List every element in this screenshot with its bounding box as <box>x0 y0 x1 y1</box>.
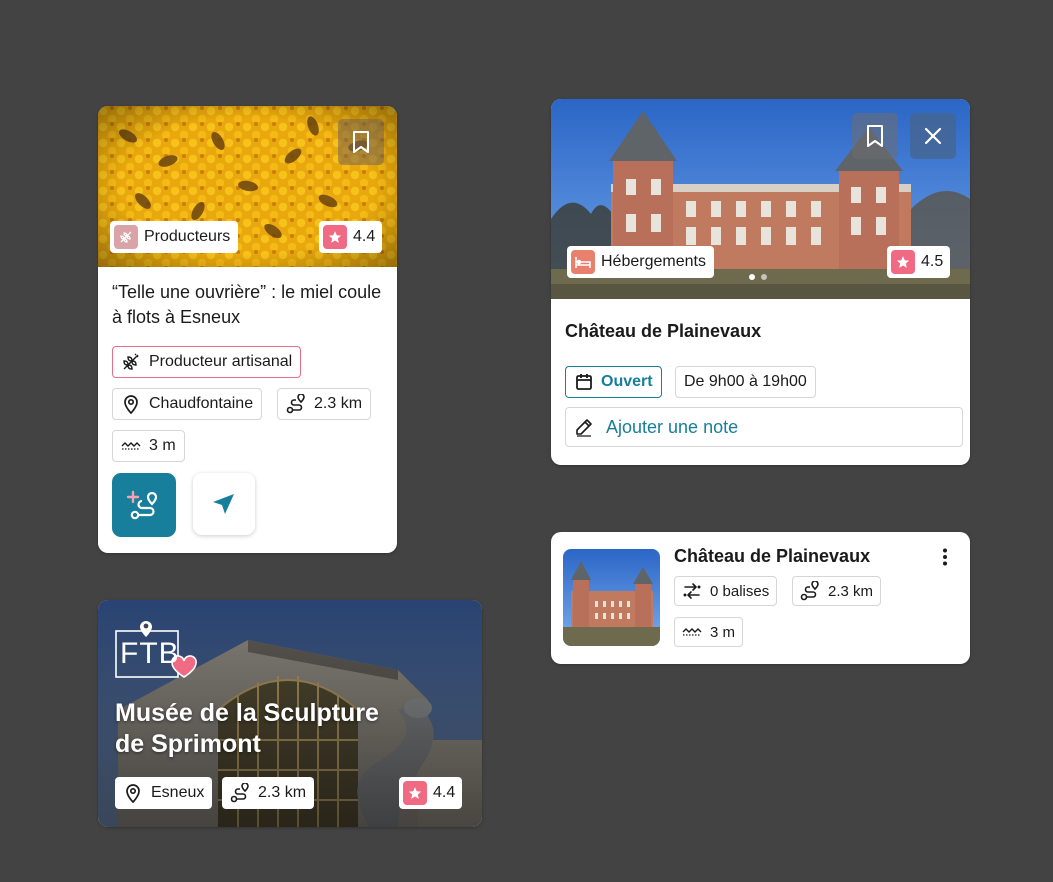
chateau-rating-badge: 4.5 <box>887 246 951 278</box>
route-distance-chip: 2.3 km <box>792 576 882 606</box>
museum-title-line1: Musée de la Sculpture <box>115 699 379 727</box>
route-icon <box>286 394 306 414</box>
star-icon <box>403 781 427 805</box>
route-elevation-label: 3 m <box>710 623 736 641</box>
more-vertical-icon <box>943 548 947 566</box>
ftb-logo-text: FTB <box>120 637 180 670</box>
route-icon <box>230 783 250 803</box>
museum-rating-badge: 4.4 <box>399 777 463 809</box>
chateau-close-button[interactable] <box>910 113 956 159</box>
opening-hours-chip: De 9h00 à 19h00 <box>675 366 816 398</box>
add-to-route-button[interactable] <box>112 473 176 537</box>
carousel-dot[interactable] <box>761 274 767 280</box>
ftb-logo: FTB <box>114 615 198 681</box>
honey-location-label: Chaudfontaine <box>149 395 254 412</box>
chateau-category-badge: Hébergements <box>567 246 714 278</box>
pencil-icon <box>574 417 594 437</box>
carousel-indicator[interactable] <box>749 274 767 280</box>
chateau-rating-value: 4.5 <box>921 253 944 270</box>
honey-category-label: Producteurs <box>144 228 231 245</box>
open-status-label: Ouvert <box>601 373 653 390</box>
museum-card[interactable]: FTB Musée de la Sculpture de Sprimont Es… <box>98 600 482 827</box>
honey-location-chip: Chaudfontaine <box>112 388 263 420</box>
honey-card-title[interactable]: “Telle une ouvrière” : le miel coule à f… <box>112 280 382 330</box>
navigate-button[interactable] <box>193 473 255 535</box>
star-icon <box>323 225 347 249</box>
chateau-card-title[interactable]: Château de Plainevaux <box>565 319 761 344</box>
route-markers-label: 0 balises <box>710 582 770 600</box>
bookmark-icon <box>353 131 369 153</box>
route-icon <box>800 581 820 601</box>
museum-title-line2: de Sprimont <box>115 730 261 758</box>
elevation-icon <box>121 436 141 456</box>
chateau-detail-card[interactable]: Hébergements 4.5 Château de Plainevaux O… <box>551 99 970 465</box>
add-route-icon <box>127 490 158 520</box>
bed-icon <box>571 250 595 274</box>
museum-location-label: Esneux <box>151 784 205 801</box>
producer-tag: Producteur artisanal <box>112 346 302 378</box>
markers-icon <box>682 581 702 601</box>
honey-rating-value: 4.4 <box>353 228 376 245</box>
route-markers-chip: 0 balises <box>674 576 778 606</box>
map-pin-icon <box>121 394 141 414</box>
route-thumbnail <box>563 549 660 646</box>
museum-distance-chip: 2.3 km <box>222 777 315 809</box>
museum-distance-label: 2.3 km <box>258 784 307 801</box>
wheat-icon <box>121 352 141 372</box>
chateau-category-label: Hébergements <box>601 253 706 270</box>
honey-category-badge: Producteurs <box>110 221 239 253</box>
calendar-icon <box>574 372 594 392</box>
chateau-bookmark-button[interactable] <box>852 113 898 159</box>
route-distance-label: 2.3 km <box>828 582 874 600</box>
honey-producer-card[interactable]: Producteurs 4.4 “Telle une ouvrière” : l… <box>98 106 397 553</box>
star-icon <box>891 250 915 274</box>
elevation-icon <box>682 622 702 642</box>
add-note-button[interactable]: Ajouter une note <box>565 407 963 447</box>
honey-distance-label: 2.3 km <box>314 395 363 412</box>
wheat-icon <box>114 225 138 249</box>
honey-elevation-label: 3 m <box>149 437 176 454</box>
honey-distance-chip: 2.3 km <box>277 388 372 420</box>
bookmark-icon <box>867 125 883 147</box>
open-status-chip: Ouvert <box>565 366 662 398</box>
route-elevation-chip: 3 m <box>674 617 744 647</box>
route-card-title[interactable]: Château de Plainevaux <box>674 544 870 569</box>
opening-hours-label: De 9h00 à 19h00 <box>684 373 807 390</box>
map-pin-icon <box>123 783 143 803</box>
museum-location-chip: Esneux <box>115 777 213 809</box>
navigation-arrow-icon <box>213 494 234 514</box>
museum-rating-value: 4.4 <box>433 784 456 801</box>
add-note-label: Ajouter une note <box>606 416 739 437</box>
route-more-button[interactable] <box>933 546 957 568</box>
honey-bookmark-button[interactable] <box>338 119 384 165</box>
producer-tag-label: Producteur artisanal <box>149 353 293 370</box>
museum-card-title[interactable]: Musée de la Sculpture de Sprimont <box>115 698 379 760</box>
close-icon <box>924 127 942 145</box>
carousel-dot[interactable] <box>749 274 755 280</box>
honey-elevation-chip: 3 m <box>112 430 185 462</box>
honey-rating-badge: 4.4 <box>319 221 383 253</box>
route-list-card[interactable]: Château de Plainevaux 0 balises 2.3 km 3… <box>551 532 970 664</box>
